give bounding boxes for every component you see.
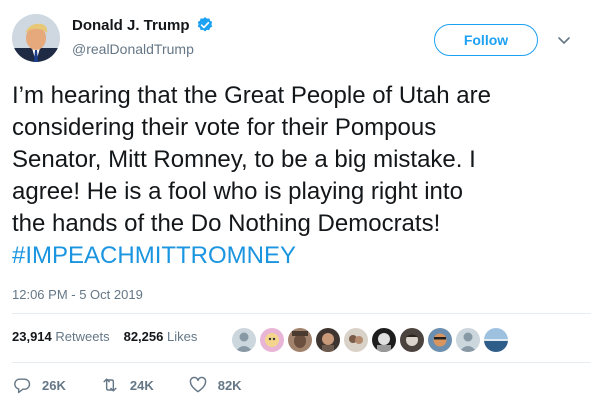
retweets-label: Retweets <box>55 329 110 344</box>
hashtag-link[interactable]: #IMPEACHMITTROMNEY <box>12 240 592 272</box>
retweet-button[interactable]: 24K <box>100 375 154 395</box>
tweet-text-line: the hands of the Do Nothing Democrats! <box>12 210 441 237</box>
tweet-text-line: agree! He is a fool who is playing right… <box>12 178 463 205</box>
heart-icon <box>189 376 206 393</box>
reply-icon <box>14 378 31 394</box>
liker-avatars <box>231 327 509 353</box>
author-display-name[interactable]: Donald J. Trump <box>72 17 190 34</box>
verified-badge-icon <box>197 17 212 32</box>
tweet-text-line: Senator, Mitt Romney, to be a big mistak… <box>12 146 476 173</box>
liker-avatar[interactable] <box>483 327 509 353</box>
likes-label: Likes <box>166 329 198 344</box>
retweets-count: 23,914 <box>12 329 52 344</box>
liker-avatar[interactable] <box>371 327 397 353</box>
liker-avatar[interactable] <box>315 327 341 353</box>
liker-avatar[interactable] <box>343 327 369 353</box>
tweet-text: I’m hearing that the Great People of Uta… <box>12 80 592 272</box>
tweet-timestamp[interactable]: 12:06 PM - 5 Oct 2019 <box>12 287 143 302</box>
liker-avatar[interactable] <box>455 327 481 353</box>
likes-count: 82,256 <box>123 329 164 344</box>
divider <box>12 313 591 314</box>
liker-avatar[interactable] <box>427 327 453 353</box>
liker-avatar[interactable] <box>287 327 313 353</box>
retweets-stat[interactable]: 23,914 Retweets <box>12 329 110 344</box>
like-count: 82K <box>217 377 242 393</box>
liker-avatar[interactable] <box>259 327 285 353</box>
divider <box>12 362 591 363</box>
author-name-row[interactable]: Donald J. Trump <box>72 16 214 34</box>
reply-count: 26K <box>42 377 66 393</box>
retweet-count: 24K <box>129 377 154 393</box>
engagement-stats: 23,914 Retweets 82,256 Likes <box>12 329 197 344</box>
author-avatar[interactable] <box>12 14 60 62</box>
liker-avatar[interactable] <box>399 327 425 353</box>
tweet-actions: 26K 24K 82K <box>12 375 276 395</box>
retweet-icon <box>103 378 117 392</box>
chevron-down-icon[interactable] <box>556 32 572 48</box>
like-button[interactable]: 82K <box>188 375 242 395</box>
likes-stat[interactable]: 82,256 Likes <box>124 329 198 344</box>
author-photo <box>12 14 60 62</box>
author-handle[interactable]: @realDonaldTrump <box>72 41 194 57</box>
tweet-text-line: considering their vote for their Pompous <box>12 114 437 141</box>
follow-button[interactable]: Follow <box>434 24 538 56</box>
tweet-text-line: I’m hearing that the Great People of Uta… <box>12 82 491 109</box>
reply-button[interactable]: 26K <box>12 375 66 395</box>
tweet-card: Donald J. Trump @realDonaldTrump Follow … <box>0 0 603 418</box>
liker-avatar[interactable] <box>231 327 257 353</box>
